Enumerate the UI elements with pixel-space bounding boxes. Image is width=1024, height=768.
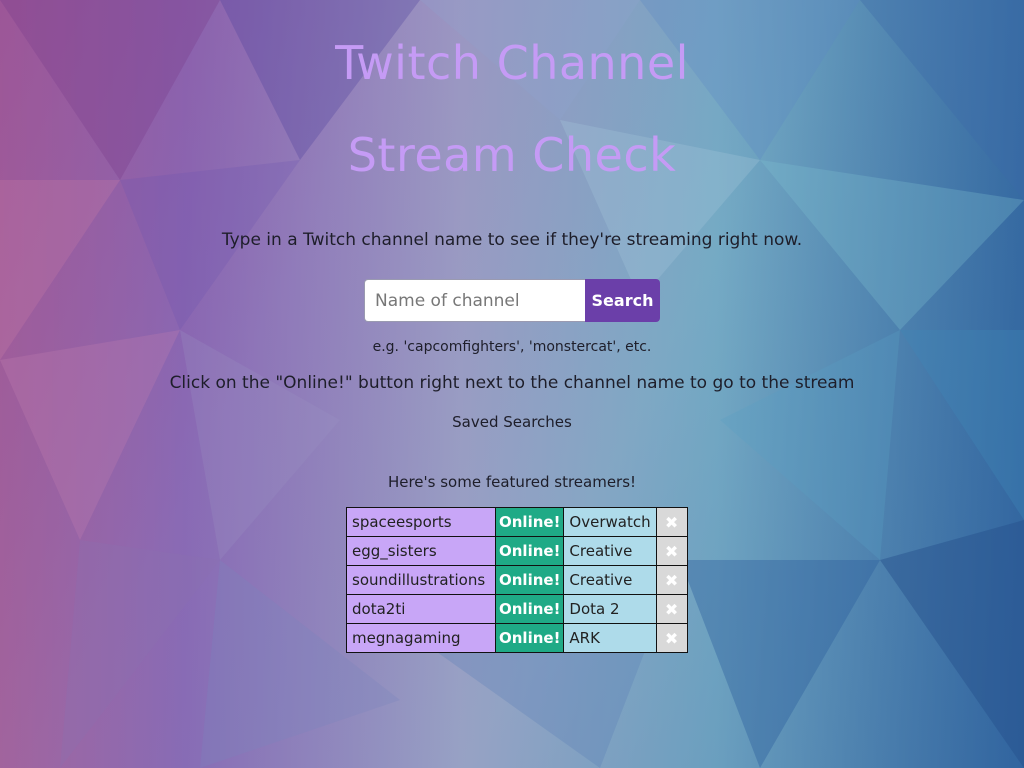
search-form: Search [364,279,660,322]
game-name: Creative [563,565,657,595]
online-button[interactable]: Online! [494,565,565,595]
channel-name: soundillustrations [346,565,496,595]
remove-icon[interactable]: ✖ [655,565,688,595]
remove-icon[interactable]: ✖ [655,623,688,653]
channel-search-input[interactable] [364,279,585,322]
channel-name: dota2ti [346,594,496,624]
page-content: Twitch Channel Stream Check Type in a Tw… [0,0,1024,768]
remove-icon[interactable]: ✖ [655,507,688,537]
table-row: soundillustrations Online! Creative ✖ [346,565,688,595]
table-row: dota2ti Online! Dota 2 ✖ [346,594,688,624]
featured-streams-table: spaceesports Online! Overwatch ✖ egg_sis… [346,507,688,653]
game-name: Creative [563,536,657,566]
game-name: Overwatch [563,507,657,537]
search-button[interactable]: Search [585,279,660,322]
online-button[interactable]: Online! [494,623,565,653]
table-row: egg_sisters Online! Creative ✖ [346,536,688,566]
example-text: e.g. 'capcomfighters', 'monstercat', etc… [372,339,652,355]
channel-name: megnagaming [346,623,496,653]
game-name: Dota 2 [563,594,657,624]
saved-searches-label: Saved Searches [452,413,572,431]
page-title-line2: Stream Check [347,128,677,182]
featured-streamers-label: Here's some featured streamers! [387,473,637,491]
remove-icon[interactable]: ✖ [655,594,688,624]
table-row: megnagaming Online! ARK ✖ [346,623,688,653]
channel-name: spaceesports [346,507,496,537]
page-title-line1: Twitch Channel [335,36,689,90]
channel-name: egg_sisters [346,536,496,566]
online-button[interactable]: Online! [494,594,565,624]
online-button[interactable]: Online! [494,536,565,566]
intro-text: Type in a Twitch channel name to see if … [221,230,803,250]
table-row: spaceesports Online! Overwatch ✖ [346,507,688,537]
online-button[interactable]: Online! [494,507,565,537]
game-name: ARK [563,623,657,653]
instructions-text: Click on the "Online!" button right next… [169,373,855,393]
remove-icon[interactable]: ✖ [655,536,688,566]
